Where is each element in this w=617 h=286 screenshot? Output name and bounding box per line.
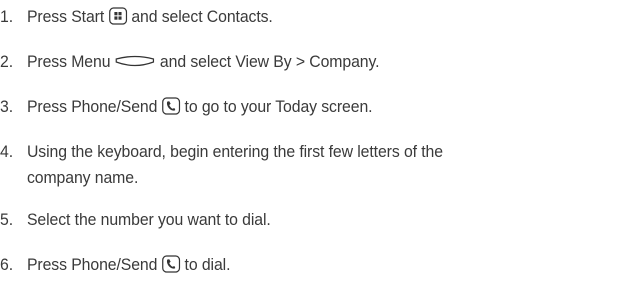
menu-key-icon: [115, 55, 156, 69]
step-text: Press Phone/Send to dial.: [27, 252, 617, 278]
step-text-before: Press Phone/Send: [26, 255, 158, 274]
step-text-line-1: Using the keyboard, begin entering the f…: [26, 142, 443, 161]
step-number: 4.: [0, 142, 14, 161]
step-number: 2.: [0, 52, 14, 71]
step-number: 5.: [0, 210, 14, 229]
step-text-after: to go to your Today screen.: [184, 97, 373, 116]
step-text-after: and select Contacts.: [131, 7, 273, 26]
step-text: Press Start and select Contacts.: [27, 4, 617, 30]
step-text: Select the number you want to dial.: [26, 210, 271, 229]
step-text-after: to dial.: [184, 255, 231, 274]
step-text-line-2: company name.: [26, 168, 139, 187]
step-text-before: Press Phone/Send: [26, 97, 158, 116]
step-number: 1.: [0, 7, 14, 26]
step-text: Using the keyboard, begin entering the f…: [27, 139, 617, 191]
step-number: 6.: [0, 255, 14, 274]
step-text-after: and select View By > Company.: [159, 52, 380, 71]
step-text-before: Press Start: [26, 7, 105, 26]
step-text: Press Phone/Send to go to your Today scr…: [27, 94, 617, 120]
step-text-before: Press Menu: [26, 52, 111, 71]
phone-send-key-icon: [161, 96, 181, 115]
phone-send-key-icon: [161, 254, 181, 273]
instruction-steps: 1. Press Start and select Contacts. 2. P…: [0, 0, 617, 286]
step-text: Press Menu and select View By > Company.: [27, 49, 617, 75]
step-number: 3.: [0, 97, 14, 116]
start-key-icon: [108, 6, 127, 25]
